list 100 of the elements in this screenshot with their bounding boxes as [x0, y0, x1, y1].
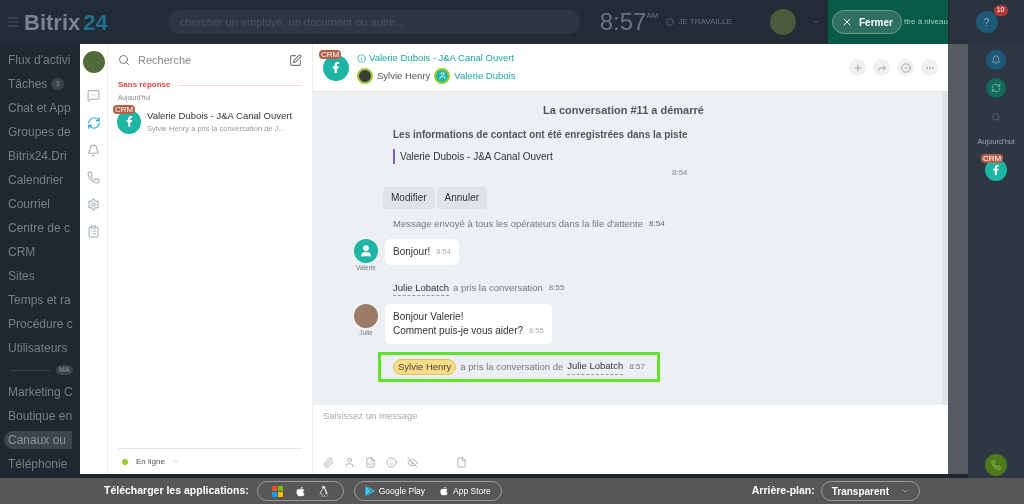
app-store-button[interactable]: App Store [439, 484, 491, 498]
logo-text: Bitrix [24, 8, 81, 37]
upgrade-link[interactable]: ttre à niveau [903, 16, 948, 28]
add-button[interactable] [849, 59, 866, 76]
caret-icon [172, 458, 180, 465]
compose-icon[interactable] [289, 53, 302, 67]
apple-icon [439, 486, 450, 496]
close-button[interactable]: Fermer [832, 10, 902, 34]
check-icon [900, 62, 911, 73]
contact-notice: Les informations de contact ont été enregistrées dans la piste [393, 127, 688, 142]
participant-name[interactable]: Valerie Dubois [454, 68, 516, 83]
message-time: 8:57 [629, 360, 645, 373]
file-icon[interactable] [456, 457, 467, 468]
settings-icon[interactable] [87, 198, 100, 211]
search-icon [118, 54, 130, 66]
user-chip[interactable]: Sylvie Henry [393, 358, 457, 375]
facebook-icon [330, 61, 342, 74]
message-time: 8:55 [548, 282, 565, 295]
status-selector[interactable]: En ligne [136, 455, 165, 468]
action-button[interactable]: Modifier [383, 186, 435, 209]
system-message: Message envoyé à tous les opérateurs dans la file d'attente [393, 216, 644, 231]
apple-icon [294, 485, 306, 497]
menu-item[interactable]: Sites [8, 267, 35, 285]
paperclip-icon[interactable] [323, 457, 334, 468]
user-avatar [354, 303, 378, 328]
menu-item[interactable]: Canaux ou [4, 431, 73, 449]
message-text: Bonjour Valerie! [393, 309, 465, 324]
menu-item[interactable]: Procédure c [8, 315, 73, 333]
chat-icon[interactable] [87, 89, 100, 102]
clock: 8:57 [599, 10, 647, 34]
download-label: Télécharger les applications: [104, 483, 249, 499]
crm-badge: CRM [113, 104, 136, 114]
menu-item[interactable]: Chat et App [8, 99, 71, 117]
user-avatar[interactable] [82, 51, 105, 73]
help-button[interactable]: ? [975, 11, 998, 33]
action-button[interactable]: Annuler [436, 186, 488, 209]
forward-button[interactable] [873, 59, 890, 76]
menu-item[interactable]: Groupes de [8, 123, 71, 141]
close-icon [841, 16, 853, 28]
menu-item[interactable]: Courriel [8, 195, 50, 213]
eye-off-icon[interactable] [407, 457, 418, 468]
menu-item[interactable]: Boutique en [8, 407, 73, 425]
menu-icon[interactable] [6, 15, 20, 29]
notifications-button[interactable] [986, 50, 1006, 70]
document-icon[interactable] [365, 457, 376, 468]
clock-suffix: AM [646, 10, 659, 20]
search-icon[interactable] [991, 112, 1001, 122]
phone-button[interactable] [985, 454, 1007, 476]
background-label: Arrière-plan: [751, 483, 815, 499]
forward-icon [876, 62, 887, 73]
menu-item[interactable]: Marketing C [8, 383, 73, 401]
menu-item[interactable]: Téléphonie [8, 455, 68, 473]
participant-name[interactable]: Sylvie Henry [377, 68, 431, 83]
message-time: 8:54 [649, 217, 665, 230]
clipboard-icon[interactable] [87, 225, 100, 238]
menu-item[interactable]: Centre de c [8, 219, 71, 237]
google-play-button[interactable]: Google Play [364, 484, 426, 498]
caret-icon [812, 18, 820, 26]
message-text: Bonjour! [393, 244, 431, 259]
more-button[interactable] [921, 59, 938, 76]
check-button[interactable] [897, 59, 914, 76]
conversation-title: Valerie Dubois - J&A Canal Ouvert [147, 108, 293, 123]
status-icon [666, 18, 675, 26]
conversation-started: La conversation #11 a démarré [543, 103, 704, 118]
phone-icon [991, 460, 1001, 470]
smiley-icon[interactable] [386, 457, 397, 468]
work-status[interactable]: JE TRAVAILLE [678, 16, 732, 28]
message-time: 8:54 [671, 166, 688, 179]
menu-item[interactable]: Temps et ra [8, 291, 71, 309]
crm-badge: CRM [981, 154, 1004, 164]
bell-icon[interactable] [87, 144, 100, 157]
caret-icon [901, 487, 909, 495]
event-text: a pris la conversation de [460, 359, 564, 374]
menu-item[interactable]: CRM [8, 243, 36, 261]
user-avatar [357, 67, 373, 84]
plus-icon [852, 62, 863, 73]
message-text: Comment puis-je vous aider? [393, 323, 524, 338]
play-icon [364, 486, 375, 496]
refresh-icon[interactable] [86, 116, 101, 130]
lead-quote: Valerie Dubois - J&A Canal Ouvert [393, 148, 688, 164]
chat-button[interactable] [986, 78, 1006, 98]
chat-title[interactable]: Valerie Dubois - J&A Canal Ouvert [369, 51, 515, 66]
message-input[interactable]: Saisissez un message [323, 409, 938, 424]
user-link[interactable]: Julie Lobatch [393, 280, 449, 296]
menu-item[interactable]: Calendrier [8, 171, 64, 189]
facebook-icon [991, 165, 1001, 176]
menu-item[interactable]: Utilisateurs [8, 339, 68, 357]
event-text: a pris la conversation [453, 281, 543, 295]
crm-badge: CRM [319, 49, 342, 59]
person-icon[interactable] [344, 457, 355, 468]
bell-icon [991, 55, 1001, 65]
section-title: Sans réponse [118, 79, 171, 91]
search-field[interactable]: Recherche [138, 51, 192, 69]
refresh-icon [991, 83, 1001, 93]
windows-icon [271, 485, 283, 497]
menu-item[interactable]: Bitrix24.Dri [8, 147, 67, 165]
phone-icon[interactable] [87, 171, 100, 184]
menu-item[interactable]: Flux d'activi [8, 51, 71, 69]
user-link[interactable]: Julie Lobatch [567, 359, 624, 375]
person-icon [359, 243, 373, 258]
